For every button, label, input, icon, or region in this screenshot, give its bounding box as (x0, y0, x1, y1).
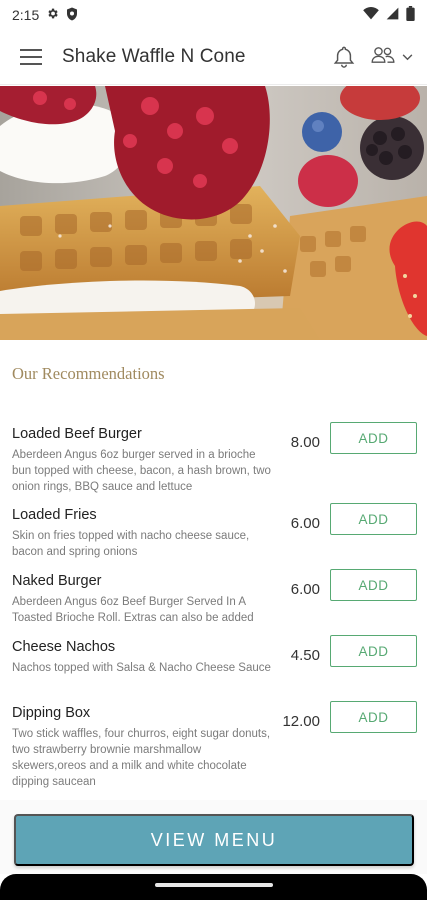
system-nav-bar (0, 874, 427, 900)
add-button[interactable]: ADD (330, 569, 417, 601)
status-time: 2:15 (12, 7, 40, 23)
item-price: 6.00 (290, 581, 320, 598)
item-name: Cheese Nachos (12, 639, 116, 655)
item-price: 6.00 (290, 515, 320, 532)
battery-icon (406, 6, 415, 24)
add-button[interactable]: ADD (330, 422, 417, 454)
wifi-icon (363, 7, 379, 23)
item-price: 8.00 (290, 434, 320, 451)
home-gesture-handle[interactable] (155, 883, 273, 887)
recommendations-title: Our Recommendations (12, 364, 165, 383)
gear-icon (46, 7, 59, 23)
item-description: Aberdeen Angus 6oz burger served in a br… (12, 449, 271, 493)
view-menu-button[interactable]: VIEW MENU (14, 814, 414, 866)
item-description: Nachos topped with Salsa & Nacho Cheese … (12, 662, 271, 674)
item-description: Skin on fries topped with nacho cheese s… (12, 530, 250, 558)
add-button[interactable]: ADD (330, 701, 417, 733)
item-name: Naked Burger (12, 573, 102, 589)
item-price: 4.50 (290, 647, 320, 664)
add-button[interactable]: ADD (330, 503, 417, 535)
item-price: 12.00 (282, 713, 320, 730)
account-switch-icon (370, 46, 396, 69)
app-title: Shake Waffle N Cone (62, 46, 246, 67)
item-name: Loaded Fries (12, 507, 97, 523)
signal-icon (386, 7, 399, 23)
item-description: Two stick waffles, four churros, eight s… (12, 728, 271, 788)
item-name: Dipping Box (12, 705, 91, 721)
hero-image (0, 86, 427, 340)
account-switch-button[interactable] (370, 41, 413, 73)
add-button[interactable]: ADD (330, 635, 417, 667)
status-bar: 2:15 (0, 0, 427, 30)
hamburger-menu-icon[interactable] (14, 40, 48, 74)
item-description: Aberdeen Angus 6oz Beef Burger Served In… (12, 596, 254, 624)
bell-icon[interactable] (328, 41, 360, 73)
shield-icon (66, 7, 78, 24)
item-name: Loaded Beef Burger (12, 426, 142, 442)
chevron-down-icon (402, 48, 413, 66)
app-bar: Shake Waffle N Cone (0, 30, 427, 85)
